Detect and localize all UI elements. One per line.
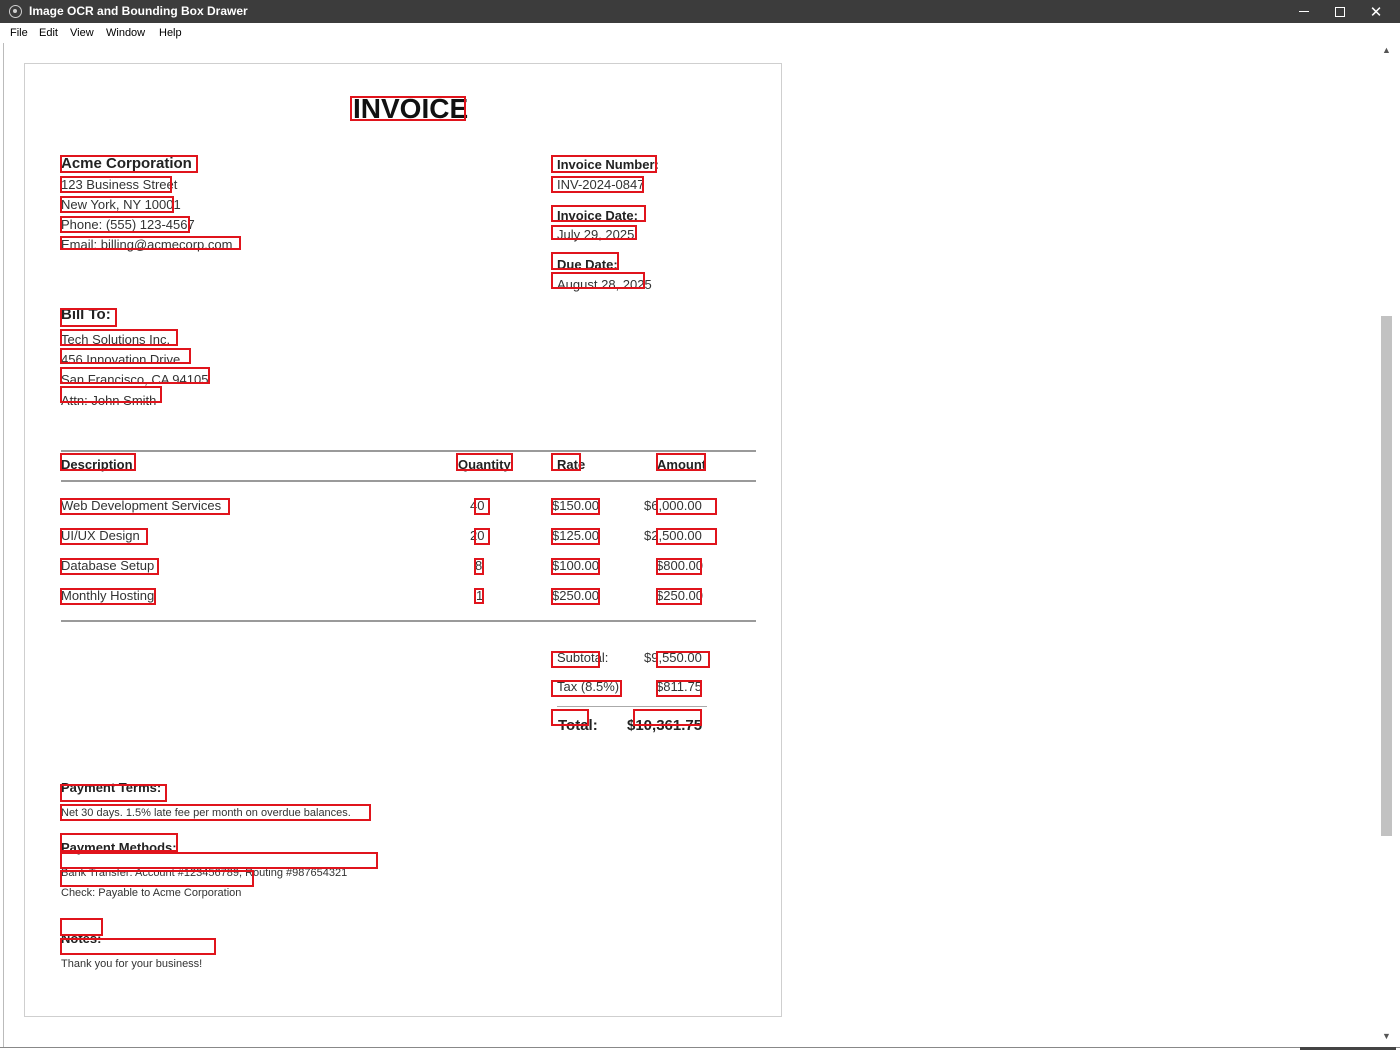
close-icon: ✕ [1369, 3, 1383, 21]
bbox-invoice-date-label [551, 205, 646, 222]
window-bottom-border [0, 1047, 1400, 1048]
bbox-payment-methods-label [60, 833, 178, 852]
total-rule [557, 706, 707, 707]
scroll-up-arrow-icon[interactable]: ▲ [1382, 45, 1391, 55]
bbox-due-date [551, 272, 645, 289]
table-header-rule [61, 480, 756, 482]
bbox-company-email [60, 236, 241, 250]
bbox-payment-terms-text [60, 804, 371, 821]
bbox-header-amount [656, 453, 706, 471]
scroll-down-arrow-icon[interactable]: ▼ [1382, 1031, 1391, 1041]
title-bar: Image OCR and Bounding Box Drawer ✕ [0, 0, 1400, 23]
bbox-row-4-description [60, 588, 156, 605]
bbox-row-1-quantity [474, 498, 490, 515]
bbox-row-2-amount [656, 528, 717, 545]
bbox-row-3-quantity [474, 558, 484, 575]
bbox-row-4-quantity [474, 588, 484, 604]
bbox-bill-to-city [60, 367, 210, 384]
bbox-bill-to-street [60, 348, 191, 364]
bbox-row-2-rate [551, 528, 600, 545]
bbox-due-date-label [551, 252, 619, 270]
bbox-header-rate [551, 453, 581, 471]
bbox-invoice-date [551, 225, 637, 240]
bbox-subtotal-label [551, 651, 600, 668]
bbox-row-3-rate [551, 558, 600, 575]
close-button[interactable]: ✕ [1358, 0, 1394, 23]
bbox-invoice-number-label [551, 155, 657, 173]
table-bottom-rule [61, 620, 756, 622]
bbox-row-1-rate [551, 498, 600, 515]
bbox-row-2-description [60, 528, 148, 545]
bbox-row-3-description [60, 558, 159, 575]
notes-text: Thank you for your business! [61, 958, 203, 970]
bbox-payment-method-bank [60, 852, 378, 869]
bbox-row-1-amount [656, 498, 717, 515]
bbox-subtotal-value [656, 651, 710, 668]
bbox-row-4-amount [656, 588, 702, 605]
app-icon [9, 5, 22, 18]
bbox-tax-value [656, 680, 702, 697]
bbox-row-4-rate [551, 588, 600, 605]
bbox-total-label [551, 709, 589, 726]
bbox-row-3-amount [656, 558, 702, 575]
bbox-notes-label [60, 918, 103, 936]
bbox-total-value [633, 709, 702, 726]
bbox-bill-to-name [60, 329, 178, 346]
bbox-company-street [60, 176, 172, 193]
bbox-bill-to-attn [60, 386, 162, 403]
bbox-payment-method-check [60, 870, 254, 887]
bbox-company-phone [60, 216, 190, 233]
bbox-row-1-description [60, 498, 230, 515]
bbox-row-2-quantity [474, 528, 490, 545]
bbox-tax-label [551, 680, 622, 697]
menu-edit[interactable]: Edit [39, 27, 58, 39]
bbox-company-name [60, 155, 198, 173]
menu-bar: File Edit View Window Help [0, 23, 1400, 43]
payment-method-check: Check: Payable to Acme Corporation [61, 887, 242, 899]
menu-help[interactable]: Help [159, 27, 182, 39]
bbox-invoice-number [551, 176, 644, 193]
window-title: Image OCR and Bounding Box Drawer [29, 4, 248, 18]
menu-window[interactable]: Window [106, 27, 145, 39]
minimize-button[interactable] [1286, 0, 1322, 23]
bbox-company-city [60, 196, 174, 213]
maximize-button[interactable] [1322, 0, 1358, 23]
menu-view[interactable]: View [70, 27, 94, 39]
table-top-rule [61, 450, 756, 452]
bbox-invoice-title [350, 96, 466, 121]
bbox-notes-text [60, 938, 216, 955]
menu-file[interactable]: File [10, 27, 28, 39]
bbox-header-quantity [456, 453, 513, 471]
bbox-bill-to-label [60, 308, 117, 327]
bbox-header-description [60, 453, 136, 471]
bbox-payment-terms-label [60, 784, 167, 802]
scrollbar-thumb[interactable] [1381, 316, 1392, 836]
minimize-icon [1299, 11, 1309, 12]
maximize-icon [1335, 6, 1345, 17]
